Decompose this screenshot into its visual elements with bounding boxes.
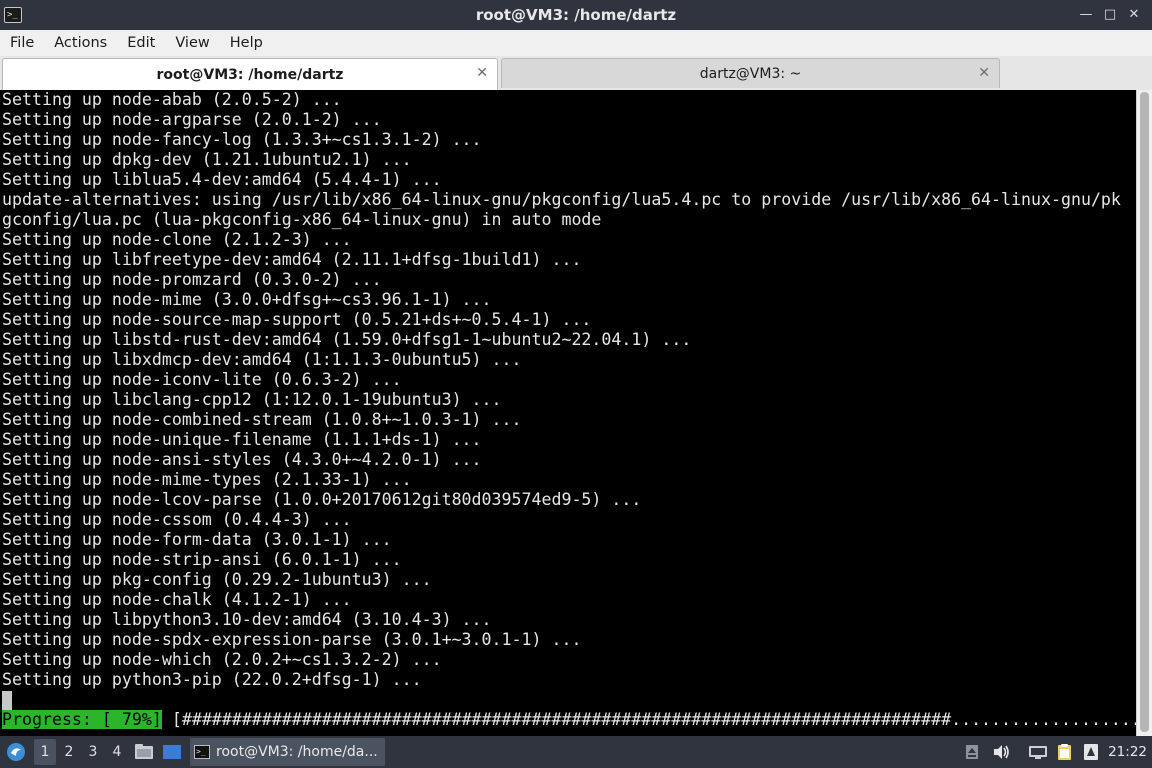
taskbar-window-button[interactable]: >_ root@VM3: /home/da... bbox=[190, 738, 385, 766]
menu-edit[interactable]: Edit bbox=[117, 30, 165, 56]
terminal-cursor bbox=[2, 691, 12, 710]
terminal-line: Setting up node-form-data (3.0.1-1) ... bbox=[2, 530, 392, 549]
menu-file[interactable]: File bbox=[0, 30, 44, 56]
eject-icon[interactable] bbox=[962, 736, 982, 768]
terminal-line: Setting up node-ansi-styles (4.3.0+~4.2.… bbox=[2, 450, 482, 469]
menu-help[interactable]: Help bbox=[220, 30, 273, 56]
tab-bar: root@VM3: /home/dartz ✕ dartz@VM3: ~ ✕ bbox=[0, 56, 1152, 90]
apt-progress-line: Progress: [ 79%] [######################… bbox=[0, 710, 1136, 730]
terminal-line: Setting up libfreetype-dev:amd64 (2.11.1… bbox=[2, 250, 582, 269]
terminal-line: Setting up pkg-config (0.29.2-1ubuntu3) … bbox=[2, 570, 432, 589]
file-manager-icon[interactable] bbox=[133, 736, 155, 768]
terminal-line: Setting up liblua5.4-dev:amd64 (5.4.4-1)… bbox=[2, 170, 442, 189]
tab-label: dartz@VM3: ~ bbox=[699, 65, 802, 82]
clock[interactable]: 21:22 bbox=[1108, 736, 1147, 768]
terminal-line: Setting up node-chalk (4.1.2-1) ... bbox=[2, 590, 352, 609]
terminal-line: Setting up node-which (2.0.2+~cs1.3.2-2)… bbox=[2, 650, 442, 669]
show-desktop-icon[interactable] bbox=[161, 736, 183, 768]
terminal-line: Setting up node-combined-stream (1.0.8+~… bbox=[2, 410, 522, 429]
terminal-line: Setting up node-strip-ansi (6.0.1-1) ... bbox=[2, 550, 402, 569]
window-title: root@VM3: /home/dartz bbox=[475, 6, 677, 24]
scrollbar-thumb[interactable] bbox=[1140, 92, 1149, 732]
menu-bar: File Actions Edit View Help bbox=[0, 30, 1152, 56]
tab-close-icon[interactable]: ✕ bbox=[476, 65, 488, 81]
maximize-button[interactable]: □ bbox=[1098, 3, 1122, 27]
terminal-scrollbar[interactable] bbox=[1136, 90, 1152, 736]
progress-bar: [#######################################… bbox=[161, 710, 1136, 729]
terminal-line: Setting up node-source-map-support (0.5.… bbox=[2, 310, 592, 329]
desktop-3-button[interactable]: 3 bbox=[82, 736, 104, 768]
terminal-line: Setting up dpkg-dev (1.21.1ubuntu2.1) ..… bbox=[2, 150, 412, 169]
terminal-line: Setting up node-unique-filename (1.1.1+d… bbox=[2, 430, 482, 449]
desktop-2-button[interactable]: 2 bbox=[58, 736, 80, 768]
close-button[interactable]: ✕ bbox=[1122, 3, 1146, 27]
tab-close-icon[interactable]: ✕ bbox=[978, 65, 990, 81]
terminal-line: Setting up node-clone (2.1.2-3) ... bbox=[2, 230, 352, 249]
terminal-icon: >_ bbox=[4, 7, 22, 23]
tab-dartz-home[interactable]: dartz@VM3: ~ ✕ bbox=[501, 58, 1000, 88]
terminal-line: Setting up libpython3.10-dev:amd64 (3.10… bbox=[2, 610, 492, 629]
progress-label: Progress: [ 79%] bbox=[2, 710, 162, 729]
terminal-line: Setting up node-mime (3.0.0+dfsg+~cs3.96… bbox=[2, 290, 492, 309]
terminal-line: Setting up node-argparse (2.0.1-2) ... bbox=[2, 110, 382, 129]
terminal-line: Setting up python3-pip (22.0.2+dfsg-1) .… bbox=[2, 670, 422, 689]
terminal-line: Setting up node-promzard (0.3.0-2) ... bbox=[2, 270, 382, 289]
volume-icon[interactable] bbox=[990, 736, 1012, 768]
terminal-line: Setting up node-fancy-log (1.3.3+~cs1.3.… bbox=[2, 130, 482, 149]
desktop-4-button[interactable]: 4 bbox=[106, 736, 128, 768]
start-menu-icon[interactable] bbox=[4, 736, 28, 768]
terminal-line: gconfig/lua.pc (lua-pkgconfig-x86_64-lin… bbox=[2, 210, 602, 229]
menu-view[interactable]: View bbox=[165, 30, 219, 56]
clipboard-icon[interactable] bbox=[1054, 736, 1076, 768]
terminal-output[interactable]: Setting up node-abab (2.0.5-2) ... Setti… bbox=[0, 90, 1136, 736]
terminal-line: Setting up node-mime-types (2.1.33-1) ..… bbox=[2, 470, 412, 489]
tab-root-home-dartz[interactable]: root@VM3: /home/dartz ✕ bbox=[2, 58, 498, 90]
window-titlebar[interactable]: >_ root@VM3: /home/dartz — □ ✕ bbox=[0, 0, 1152, 30]
minimize-button[interactable]: — bbox=[1074, 3, 1098, 27]
terminal-line: Setting up node-cssom (0.4.4-3) ... bbox=[2, 510, 352, 529]
taskbar: 1 2 3 4 >_ root@VM3: /home/da... 21:22 bbox=[0, 736, 1152, 768]
menu-actions[interactable]: Actions bbox=[44, 30, 117, 56]
terminal-line: Setting up node-spdx-expression-parse (3… bbox=[2, 630, 582, 649]
desktop-1-button[interactable]: 1 bbox=[34, 739, 56, 765]
taskbar-window-label: root@VM3: /home/da... bbox=[216, 744, 378, 760]
terminal-line: Setting up node-lcov-parse (1.0.0+201706… bbox=[2, 490, 642, 509]
terminal-line: Setting up node-abab (2.0.5-2) ... bbox=[2, 90, 342, 109]
terminal-icon: >_ bbox=[194, 745, 210, 759]
terminal-line: Setting up node-iconv-lite (0.6.3-2) ... bbox=[2, 370, 402, 389]
terminal-line: Setting up libxdmcp-dev:amd64 (1:1.1.3-0… bbox=[2, 350, 522, 369]
terminal-line: update-alternatives: using /usr/lib/x86_… bbox=[2, 190, 1121, 209]
terminal-line: Setting up libstd-rust-dev:amd64 (1.59.0… bbox=[2, 330, 692, 349]
notification-icon[interactable] bbox=[1080, 736, 1102, 768]
terminal-line: Setting up libclang-cpp12 (1:12.0.1-19ub… bbox=[2, 390, 502, 409]
tab-label: root@VM3: /home/dartz bbox=[156, 66, 344, 83]
network-icon[interactable] bbox=[1027, 736, 1049, 768]
terminal-cursor-line bbox=[0, 690, 1136, 710]
